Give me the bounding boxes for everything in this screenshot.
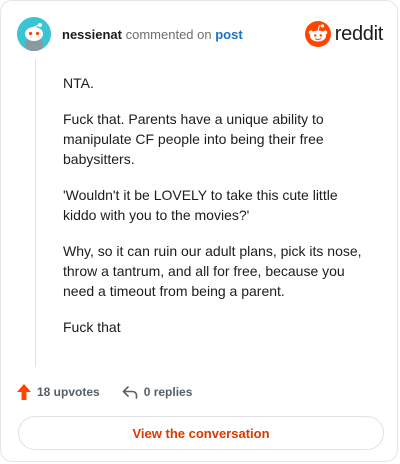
comment-paragraph: 'Wouldn't it be LOVELY to take this cute… bbox=[63, 187, 338, 223]
view-conversation-button[interactable]: View the conversation bbox=[18, 416, 384, 450]
reply-icon bbox=[122, 386, 138, 399]
upvote-count: 18 upvotes bbox=[37, 385, 100, 399]
reddit-logo-icon bbox=[304, 21, 331, 47]
action-bar: 18 upvotes 0 replies bbox=[17, 382, 214, 402]
comment-header: nessienat commented on post reddit bbox=[17, 17, 387, 51]
upvote-button[interactable]: 18 upvotes bbox=[17, 384, 100, 400]
comment-meta: nessienat commented on post bbox=[62, 27, 243, 42]
action-text: commented on bbox=[125, 27, 212, 42]
reply-count: 0 replies bbox=[143, 385, 193, 399]
reply-button[interactable]: 0 replies bbox=[122, 385, 193, 399]
thread-line bbox=[35, 59, 36, 367]
post-link[interactable]: post bbox=[215, 27, 242, 42]
comment-body: NTA. Fuck that. Parents have a unique ab… bbox=[63, 73, 373, 353]
comment-paragraph: Fuck that. Parents have a unique ability… bbox=[63, 111, 324, 167]
comment-paragraph: Why, so it can ruin our adult plans, pic… bbox=[63, 243, 362, 299]
comment-embed-card: nessienat commented on post reddit NTA. … bbox=[0, 0, 398, 462]
reddit-wordmark: reddit bbox=[334, 22, 384, 45]
upvote-arrow-icon bbox=[17, 384, 31, 400]
comment-paragraph: NTA. bbox=[63, 75, 94, 91]
author-username[interactable]: nessienat bbox=[62, 27, 122, 42]
snoo-avatar-icon[interactable] bbox=[17, 17, 51, 51]
reddit-logo[interactable]: reddit bbox=[304, 20, 384, 48]
comment-paragraph: Fuck that bbox=[63, 319, 121, 335]
